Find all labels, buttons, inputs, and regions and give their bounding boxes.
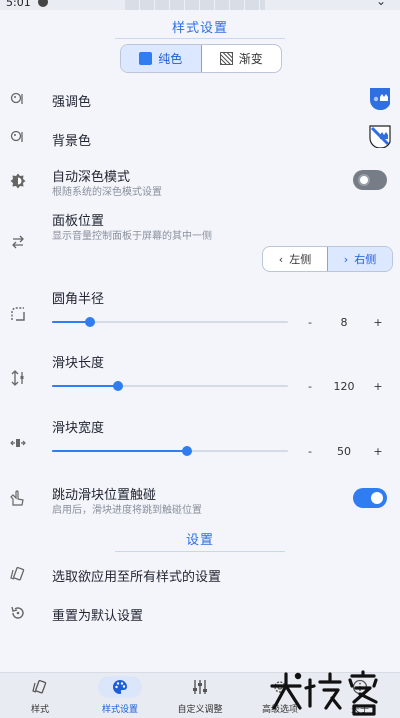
reset-icon (11, 606, 24, 619)
slider-fill (52, 450, 187, 452)
style-icon (32, 679, 47, 694)
palette-icon (113, 680, 127, 694)
corner-radius-title: 圆角半径 (52, 292, 105, 307)
solid-button[interactable]: 纯色 (121, 45, 202, 72)
solid-color-icon (139, 52, 153, 65)
rounded-corner-icon (11, 307, 25, 321)
palette-icon (10, 92, 23, 104)
page-title: 样式设置 (171, 21, 228, 36)
slider-thumb[interactable] (113, 381, 124, 391)
slider-length-value: 120 (333, 380, 355, 393)
slider-width-plus-button[interactable]: + (371, 445, 385, 458)
nav-style-settings-label: 样式设置 (101, 705, 138, 715)
brightness-auto-icon (10, 173, 26, 189)
nav-custom-adjust[interactable]: 自定义调整 (160, 673, 240, 718)
auto-dark-toggle[interactable] (353, 170, 387, 190)
panel-position-subtitle: 显示音量控制面板于屏幕的其中一侧 (52, 231, 212, 242)
panel-position-segmented: ‹ 左侧 › 右侧 (262, 246, 393, 272)
solid-label: 纯色 (158, 52, 183, 66)
auto-dark-subtitle: 根随系统的深色模式设置 (52, 187, 162, 198)
slider-thumb[interactable] (181, 446, 192, 456)
slider-fill (52, 385, 119, 387)
slider-length-title: 滑块长度 (52, 356, 105, 371)
jump-touch-subtitle: 启用后，滑块进度将跳到触碰位置 (52, 505, 202, 516)
corner-radius-value: 8 (340, 316, 348, 329)
auto-dark-row[interactable]: 自动深色模式 根随系统的深色模式设置 (0, 164, 400, 198)
right-side-button[interactable]: › 右侧 (327, 247, 392, 271)
chevron-right-icon: › (343, 252, 349, 266)
height-icon (11, 370, 24, 386)
corner-radius-slider[interactable] (52, 315, 288, 329)
slider-length-row: 滑块长度 - 120 + (0, 350, 400, 398)
toggle-knob (358, 174, 370, 186)
jump-touch-row[interactable]: 跳动滑块位置触碰 启用后，滑块进度将跳到触碰位置 (0, 482, 400, 516)
touch-icon (10, 490, 24, 506)
slider-length-plus-button[interactable]: + (371, 380, 385, 393)
corner-radius-plus-button[interactable]: + (371, 316, 385, 329)
palette-icon (10, 130, 23, 142)
slider-width-title: 滑块宽度 (52, 421, 105, 436)
style-icon (10, 566, 25, 581)
nav-style[interactable]: 样式 (0, 673, 80, 718)
slider-width-value: 50 (337, 445, 351, 458)
gradient-label: 渐变 (238, 52, 263, 66)
accent-color-title: 强调色 (52, 95, 92, 110)
watermark-logo (270, 670, 378, 716)
gradient-button[interactable]: 渐变 (202, 45, 282, 72)
apply-all-label: 选取欲应用至所有样式的设置 (52, 570, 222, 585)
width-icon (10, 439, 26, 447)
accent-color-swatch[interactable] (368, 86, 392, 110)
left-side-button[interactable]: ‹ 左侧 (263, 247, 327, 271)
status-overlay (125, 0, 265, 10)
left-side-label: 左侧 (289, 253, 312, 266)
status-bar: 5:01 ⌄ (0, 0, 400, 10)
slider-width-minus-button[interactable]: - (303, 445, 317, 458)
accent-color-row[interactable]: 强调色 (0, 86, 400, 112)
slider-length-slider[interactable] (52, 379, 288, 393)
status-app-icon (38, 0, 48, 7)
settings-section-title: 设置 (185, 533, 214, 548)
tune-icon (193, 680, 207, 694)
slider-length-minus-button[interactable]: - (303, 380, 317, 393)
status-time: 5:01 (6, 0, 31, 9)
nav-style-label: 样式 (30, 705, 49, 715)
settings-divider (115, 551, 285, 552)
slider-thumb[interactable] (84, 317, 95, 327)
jump-touch-toggle[interactable] (353, 488, 387, 508)
nav-custom-adjust-label: 自定义调整 (177, 705, 223, 715)
corner-radius-row: 圆角半径 - 8 + (0, 286, 400, 334)
style-mode-segmented: 纯色 渐变 (120, 44, 282, 73)
background-color-swatch[interactable] (368, 124, 392, 148)
background-color-title: 背景色 (52, 134, 92, 149)
chevron-left-icon: ‹ (278, 252, 284, 266)
right-side-label: 右侧 (354, 253, 377, 266)
background-color-row[interactable]: 背景色 (0, 124, 400, 150)
reset-label: 重置为默认设置 (52, 609, 144, 624)
corner-radius-minus-button[interactable]: - (303, 316, 317, 329)
chevron-down-icon: ⌄ (375, 0, 386, 8)
swap-horiz-icon (12, 235, 24, 249)
title-divider (115, 38, 285, 39)
apply-all-row[interactable]: 选取欲应用至所有样式的设置 (0, 562, 400, 586)
nav-style-settings[interactable]: 样式设置 (80, 673, 160, 718)
gradient-icon (219, 52, 233, 65)
toggle-knob (371, 492, 383, 504)
slider-width-slider[interactable] (52, 444, 288, 458)
slider-width-row: 滑块宽度 - 50 + (0, 415, 400, 463)
reset-row[interactable]: 重置为默认设置 (0, 601, 400, 625)
